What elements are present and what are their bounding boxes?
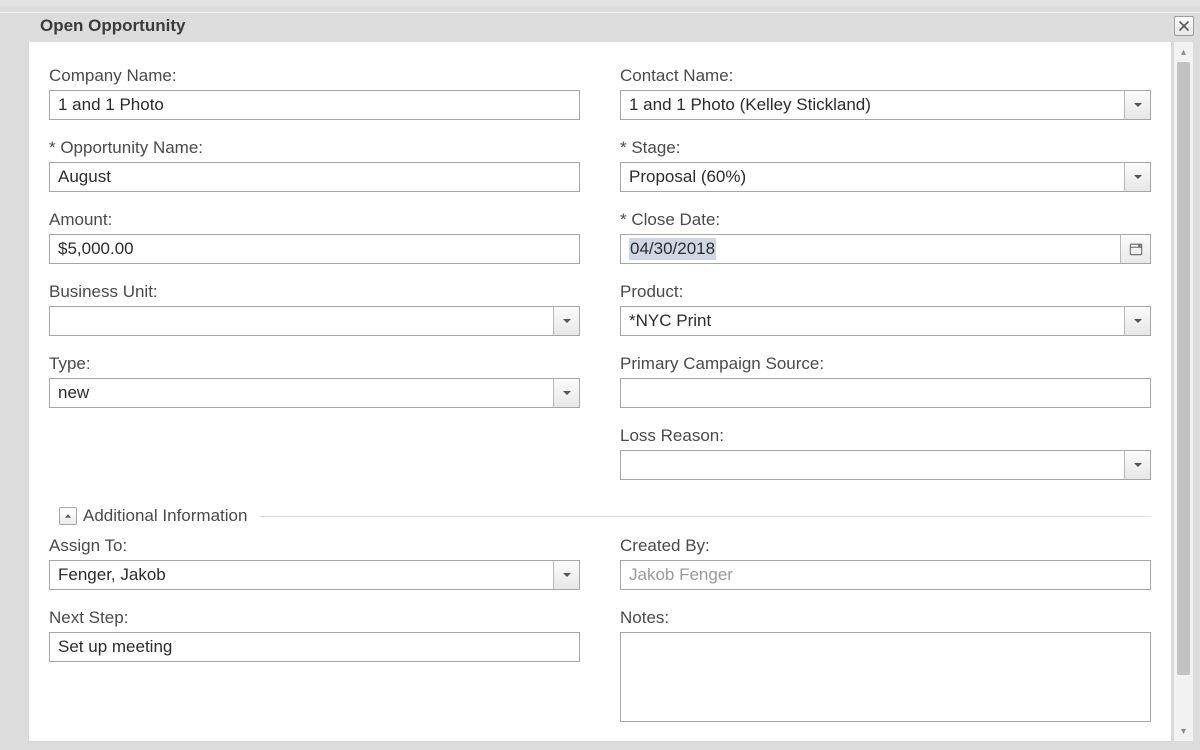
assign-to-label: Assign To: — [49, 536, 580, 556]
opportunity-name-value: August — [58, 167, 111, 187]
chevron-down-icon — [1133, 172, 1143, 182]
opportunity-name-input[interactable]: August — [49, 162, 580, 192]
company-name-input[interactable]: 1 and 1 Photo — [49, 90, 580, 120]
stage-caret[interactable] — [1124, 163, 1150, 191]
primary-campaign-source-label: Primary Campaign Source: — [620, 354, 1151, 374]
calendar-icon — [1129, 242, 1143, 256]
product-value: *NYC Print — [629, 307, 1124, 335]
created-by-label: Created By: — [620, 536, 1151, 556]
notes-textarea[interactable] — [620, 632, 1151, 722]
created-by-input: Jakob Fenger — [620, 560, 1151, 590]
stage-combo[interactable]: Proposal (60%) — [620, 162, 1151, 192]
close-date-label: * Close Date: — [620, 210, 1151, 230]
amount-value: $5,000.00 — [58, 239, 134, 259]
contact-name-value: 1 and 1 Photo (Kelley Stickland) — [629, 91, 1124, 119]
chevron-down-icon — [562, 570, 572, 580]
assign-to-caret[interactable] — [553, 561, 579, 589]
type-caret[interactable] — [553, 379, 579, 407]
loss-reason-caret[interactable] — [1124, 451, 1150, 479]
notes-label: Notes: — [620, 608, 1151, 628]
created-by-value: Jakob Fenger — [629, 565, 733, 585]
product-label: Product: — [620, 282, 1151, 302]
close-button[interactable] — [1174, 16, 1194, 36]
next-step-value: Set up meeting — [58, 637, 172, 657]
contact-name-label: Contact Name: — [620, 66, 1151, 86]
next-step-input[interactable]: Set up meeting — [49, 632, 580, 662]
next-step-label: Next Step: — [49, 608, 580, 628]
amount-label: Amount: — [49, 210, 580, 230]
business-unit-value — [58, 307, 553, 335]
scroll-down-button[interactable]: ▾ — [1174, 721, 1193, 741]
chevron-down-icon — [1133, 100, 1143, 110]
loss-reason-combo[interactable] — [620, 450, 1151, 480]
assign-to-value: Fenger, Jakob — [58, 561, 553, 589]
amount-input[interactable]: $5,000.00 — [49, 234, 580, 264]
vertical-scrollbar[interactable]: ▴ ▾ — [1173, 42, 1193, 741]
dialog-title: Open Opportunity — [40, 16, 1174, 36]
loss-reason-label: Loss Reason: — [620, 426, 1151, 446]
dialog-titlebar: Open Opportunity — [0, 12, 1200, 40]
chevron-down-icon — [562, 316, 572, 326]
close-date-value: 04/30/2018 — [629, 235, 1120, 263]
section-title: Additional Information — [83, 506, 247, 526]
close-date-calendar-button[interactable] — [1120, 235, 1150, 263]
section-header: Additional Information — [49, 506, 1151, 526]
scroll-track[interactable] — [1174, 62, 1193, 721]
scroll-thumb[interactable] — [1177, 62, 1190, 675]
product-combo[interactable]: *NYC Print — [620, 306, 1151, 336]
assign-to-combo[interactable]: Fenger, Jakob — [49, 560, 580, 590]
type-combo[interactable]: new — [49, 378, 580, 408]
opportunity-name-label: * Opportunity Name: — [49, 138, 580, 158]
business-unit-label: Business Unit: — [49, 282, 580, 302]
company-name-label: Company Name: — [49, 66, 580, 86]
loss-reason-value — [629, 451, 1124, 479]
primary-campaign-source-input[interactable] — [620, 378, 1151, 408]
business-unit-caret[interactable] — [553, 307, 579, 335]
business-unit-combo[interactable] — [49, 306, 580, 336]
contact-name-combo[interactable]: 1 and 1 Photo (Kelley Stickland) — [620, 90, 1151, 120]
chevron-down-icon — [562, 388, 572, 398]
chevron-down-icon — [1133, 460, 1143, 470]
form-content: Company Name: 1 and 1 Photo Contact Name… — [29, 42, 1171, 741]
chevron-down-icon — [1133, 316, 1143, 326]
close-icon — [1179, 21, 1189, 31]
close-date-input[interactable]: 04/30/2018 — [620, 234, 1151, 264]
product-caret[interactable] — [1124, 307, 1150, 335]
contact-name-caret[interactable] — [1124, 91, 1150, 119]
dialog-body: ▴ ▾ Company Name: 1 and 1 Photo Contact … — [28, 42, 1172, 742]
opportunity-dialog: Open Opportunity ▴ ▾ Company Name: 1 and… — [0, 6, 1200, 750]
company-name-value: 1 and 1 Photo — [58, 95, 164, 115]
chevron-up-icon — [64, 512, 72, 520]
stage-label: * Stage: — [620, 138, 1151, 158]
stage-value: Proposal (60%) — [629, 163, 1124, 191]
scroll-up-button[interactable]: ▴ — [1174, 42, 1193, 62]
section-toggle-button[interactable] — [59, 507, 77, 525]
additional-info-grid: Assign To: Fenger, Jakob Created By: Jak… — [49, 536, 1151, 722]
type-value: new — [58, 379, 553, 407]
type-label: Type: — [49, 354, 580, 374]
main-form-grid: Company Name: 1 and 1 Photo Contact Name… — [49, 66, 1151, 480]
additional-information-section: Additional Information Assign To: Fenger… — [49, 506, 1151, 722]
